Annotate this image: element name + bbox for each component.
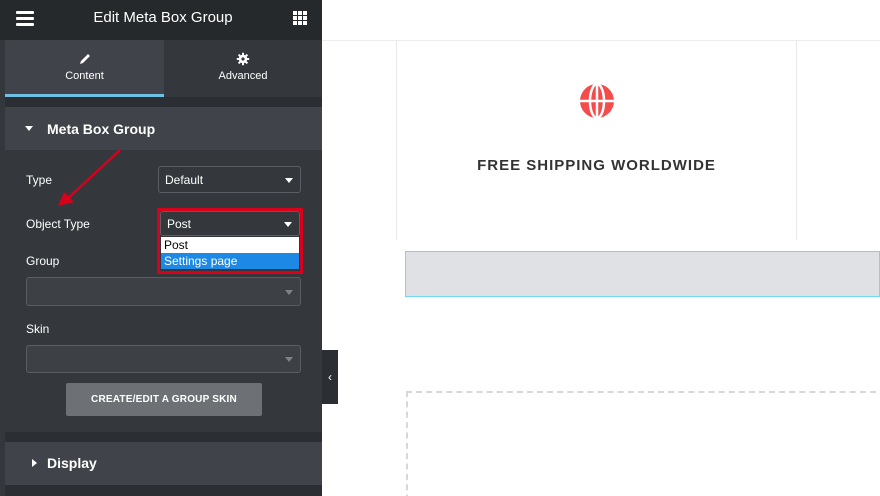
chevron-down-icon [285,357,293,362]
group-select[interactable] [26,277,301,306]
object-type-label: Object Type [26,217,90,231]
annotation-highlight-box [157,208,303,274]
type-select-value: Default [165,173,204,187]
tab-content[interactable]: Content [5,40,164,97]
editor-sidebar: Edit Meta Box Group Content Advanced Met… [0,0,322,496]
tab-advanced-label: Advanced [218,70,268,82]
section-title: Meta Box Group [47,121,156,137]
tab-content-label: Content [65,70,104,82]
empty-section-dropzone[interactable] [406,391,880,496]
group-label: Group [26,254,60,268]
pencil-icon [79,54,90,64]
skin-label: Skin [26,322,50,336]
gear-icon [236,52,250,66]
globe-icon [580,83,614,119]
type-label: Type [26,173,53,187]
panel-tabs: Content Advanced [5,40,322,97]
caret-right-icon [32,459,37,467]
create-edit-group-skin-button[interactable]: CREATE/EDIT A GROUP SKIN [66,383,262,416]
grid-icon[interactable] [293,11,307,25]
widget-placeholder[interactable] [405,251,880,297]
type-select[interactable]: Default [158,166,301,193]
chevron-down-icon [285,178,293,183]
chevron-left-icon: ‹ [328,370,332,384]
tab-advanced[interactable]: Advanced [164,40,322,97]
section-divider [5,432,322,442]
section-display-header[interactable]: Display [5,442,322,485]
skin-select[interactable] [26,345,301,373]
section-display-title: Display [47,455,97,471]
section-meta-box-group-header[interactable]: Meta Box Group [5,107,322,150]
chevron-down-icon [285,290,293,295]
hamburger-icon[interactable] [16,11,34,27]
panel-header: Edit Meta Box Group [0,0,322,40]
caret-down-icon [25,126,33,131]
section-divider [5,97,322,107]
collapse-panel-button[interactable]: ‹ [322,350,338,404]
annotation-arrow-icon [58,149,121,206]
feature-box-border [396,40,397,240]
section-divider [5,485,322,496]
panel-title: Edit Meta Box Group [93,9,233,26]
feature-box-border [796,40,797,240]
feature-title: FREE SHIPPING WORLDWIDE [477,157,716,174]
